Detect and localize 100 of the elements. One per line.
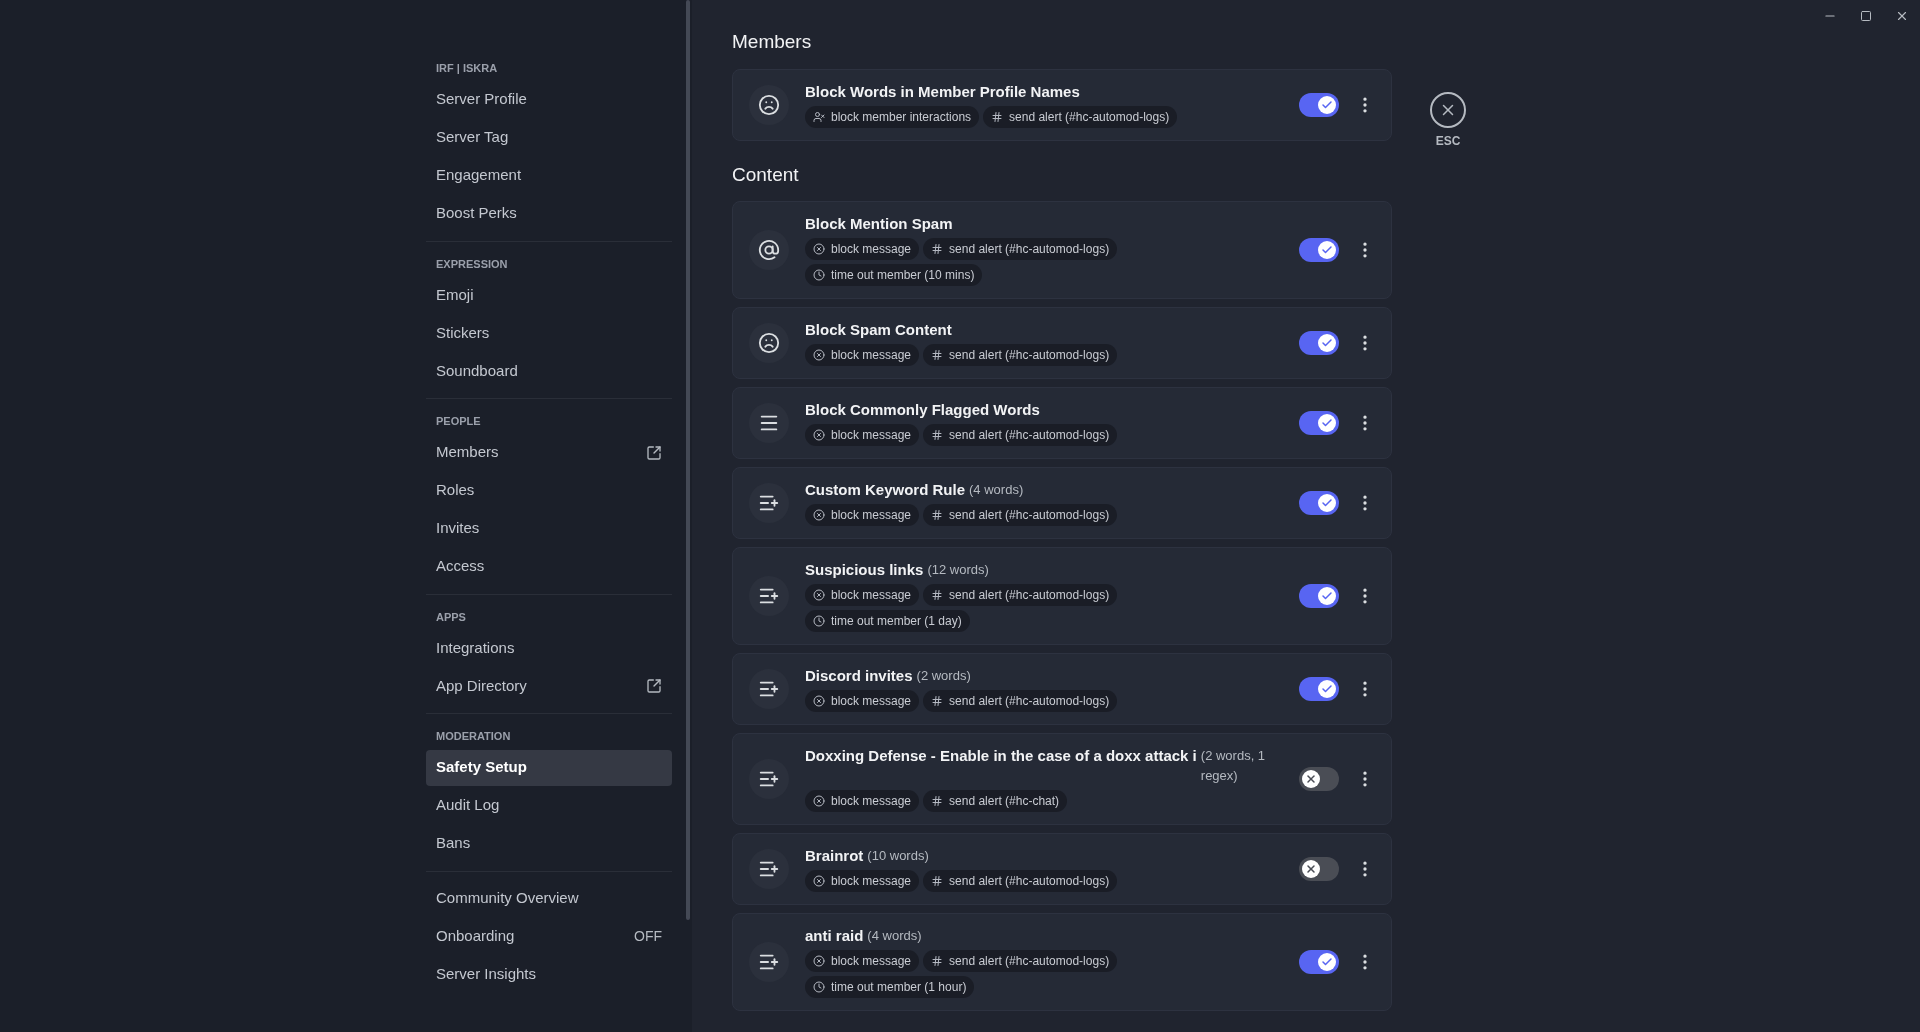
block-icon [813,955,825,967]
action-tag: block message [805,870,920,892]
esc-label: ESC [1435,133,1461,150]
rule-title: Brainrot [805,846,864,866]
sidebar-item[interactable]: Emoji [426,277,672,313]
section-header: APPS [435,609,467,625]
sidebar-item[interactable]: Access [426,548,672,585]
action-tag: block message [805,424,920,446]
block-icon [813,695,825,707]
action-tag: send alert (#hc-automod-logs) [923,238,1118,260]
clock-icon [813,615,825,627]
hash-icon [931,875,944,887]
sidebar-item[interactable]: Server Insights [426,956,672,993]
action-tag: send alert (#hc-automod-logs) [983,105,1178,128]
lines-icon [749,403,789,443]
block-icon [813,509,825,521]
sidebar-item[interactable]: Invites [426,510,672,547]
action-tag: block message [805,790,920,812]
block-icon [813,589,825,601]
sidebar-item[interactable]: Boost Perks [426,195,672,232]
word-count: (2 words) [916,667,971,685]
sidebar-item[interactable]: Server Tag [426,119,672,156]
sidebar-item[interactable]: App Directory [426,668,672,704]
rule-title: Block Mention Spam [805,214,953,234]
action-tag: block message [805,238,920,260]
word-count: (12 words) [927,561,989,579]
check-icon [1321,956,1333,968]
action-tag: time out member (10 mins) [805,264,983,286]
hash-icon [931,349,944,361]
check-icon [1321,337,1333,349]
word-count: (4 words) [969,481,1024,499]
sidebar-item[interactable]: Members [426,434,672,471]
toggle-switch[interactable] [1299,411,1339,435]
list-plus-icon [749,942,789,982]
section-heading: Content [732,162,800,187]
action-tag: send alert (#hc-automod-logs) [923,690,1118,712]
toggle-switch[interactable] [1299,677,1339,701]
word-count: (10 words) [867,847,929,865]
block-icon [813,243,825,255]
list-plus-icon [749,669,789,709]
sidebar-item[interactable]: Integrations [426,630,672,666]
toggle-switch[interactable] [1299,857,1339,881]
hash-icon [931,589,944,601]
list-plus-icon [749,849,789,889]
check-icon [1321,417,1333,429]
action-tag: block message [805,344,920,366]
clock-icon [813,981,825,993]
status-value: OFF [634,927,662,946]
action-tag: send alert (#hc-automod-logs) [923,424,1118,446]
action-tag: send alert (#hc-chat) [923,790,1068,812]
sidebar-item[interactable]: Bans [426,825,672,862]
hash-icon [931,509,944,521]
sidebar-item[interactable]: Server Profile [426,81,672,118]
section-heading: Members [732,30,813,54]
toggle-switch[interactable] [1299,950,1339,974]
toggle-switch[interactable] [1299,92,1339,117]
action-tag: send alert (#hc-automod-logs) [923,344,1118,366]
sidebar-item[interactable]: Engagement [426,157,672,194]
hash-icon [931,695,944,707]
action-tag: time out member (1 day) [805,610,970,632]
sidebar-item[interactable]: Stickers [426,315,672,351]
action-tag: send alert (#hc-automod-logs) [923,584,1118,606]
clock-icon [813,269,825,281]
section-header: MODERATION [435,729,512,744]
list-plus-icon [749,576,789,616]
sidebar-item[interactable]: Soundboard [426,353,672,389]
sidebar-item[interactable]: Onboarding OFF [426,918,672,955]
toggle-switch[interactable] [1299,238,1339,262]
face-icon [749,323,789,363]
check-icon [1321,497,1333,509]
sidebar-item[interactable]: Audit Log [426,787,672,824]
rule-title: Block Commonly Flagged Words [805,400,1040,420]
rule-title: Block Words in Member Profile Names [805,81,1080,102]
list-plus-icon [749,483,789,523]
sidebar-item[interactable]: Community Overview [426,880,672,917]
word-count: (2 words, 1 regex) [1200,747,1267,785]
action-tag: send alert (#hc-automod-logs) [923,950,1118,972]
hash-icon [931,243,944,255]
hash-icon [931,795,944,807]
rule-title: Doxxing Defense - Enable in the case of a doxx attack i [805,746,1197,766]
check-icon [1321,683,1333,695]
user-block-icon [813,110,825,123]
rule-title: Discord invites [805,666,913,686]
action-tag: block member interactions [805,105,980,128]
action-tag: block message [805,504,920,526]
block-icon [813,429,825,441]
action-tag: block message [805,950,920,972]
close-button[interactable] [1430,92,1466,128]
toggle-switch[interactable] [1299,584,1339,608]
rule-title: Suspicious links [805,560,924,580]
rule-title: Custom Keyword Rule [805,480,966,500]
section-header: IRF | ISKRA [435,61,499,76]
word-count: (4 words) [867,927,922,945]
toggle-switch[interactable] [1299,331,1339,355]
action-tag: block message [805,584,920,606]
sidebar-item[interactable]: Safety Setup [426,749,672,786]
check-icon [1321,590,1333,602]
toggle-switch[interactable] [1299,491,1339,515]
toggle-switch[interactable] [1299,767,1339,791]
sidebar-item[interactable]: Roles [426,472,672,509]
